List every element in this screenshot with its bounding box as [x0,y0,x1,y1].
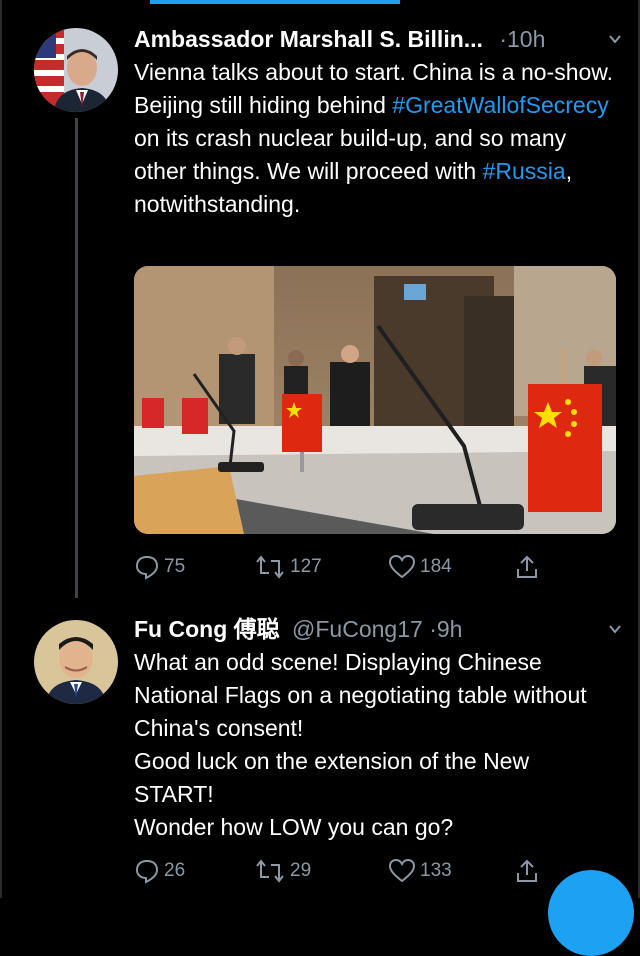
heart-icon [388,554,416,579]
heart-icon [388,858,416,883]
tweet-billingslea[interactable]: Ambassador Marshall S. Billin... ·10h Vi… [0,0,640,600]
tweet-time[interactable]: 9h [437,616,463,642]
share-icon [517,859,537,882]
tweet-header: Fu Cong 傅聪 @FuCong17 ·9h [134,614,620,644]
retweet-action[interactable]: 127 [254,552,322,582]
share-action[interactable] [514,856,540,886]
like-action[interactable]: 184 [388,552,452,582]
compose-tweet-button[interactable] [548,870,634,956]
retweet-action[interactable]: 29 [254,856,311,886]
tweet-line: Wonder how LOW you can go? [134,814,454,840]
reply-icon [135,859,159,884]
like-count: 184 [420,556,452,577]
tweet-actions: 75 127 184 [134,552,554,582]
retweet-icon [256,859,284,883]
tweet-fucong[interactable]: Fu Cong 傅聪 @FuCong17 ·9h What an odd sce… [0,600,640,898]
like-count: 133 [420,860,452,881]
tweet-header: Ambassador Marshall S. Billin... ·10h [134,24,620,54]
reply-action[interactable]: 75 [134,552,185,582]
avatar-billingslea[interactable] [34,28,118,112]
hashtag-link[interactable]: #GreatWallofSecrecy [392,92,608,118]
tweet-time[interactable]: 10h [507,26,545,52]
author-name[interactable]: Ambassador Marshall S. Billin... [134,26,483,52]
chevron-down-icon[interactable] [608,32,622,46]
author-name[interactable]: Fu Cong 傅聪 [134,616,280,642]
thread-connector-line [75,118,78,598]
separator-dot: · [429,616,437,642]
avatar-fucong[interactable] [34,620,118,704]
tweet-text: What an odd scene! Displaying Chinese Na… [134,646,614,844]
author-handle[interactable]: @FuCong17 [292,616,423,642]
reply-count: 75 [164,556,186,577]
tweet-line: Good luck on the extension of the New ST… [134,748,530,807]
separator-dot: · [499,26,507,52]
like-action[interactable]: 133 [388,856,452,886]
tweet-line: What an odd scene! Displaying Chinese Na… [134,649,587,741]
reply-icon [135,555,159,580]
share-icon [517,555,537,578]
retweet-count: 127 [290,556,322,577]
reply-action[interactable]: 26 [134,856,185,886]
reply-count: 26 [164,860,186,881]
tweet-text: Vienna talks about to start. China is a … [134,56,614,221]
retweet-count: 29 [290,860,312,881]
hashtag-link[interactable]: #Russia [483,158,566,184]
tweet-media-photo[interactable] [134,266,616,534]
chevron-down-icon[interactable] [608,622,622,636]
share-action[interactable] [514,552,540,582]
tweet-actions: 26 29 133 [134,856,554,886]
retweet-icon [256,555,284,579]
